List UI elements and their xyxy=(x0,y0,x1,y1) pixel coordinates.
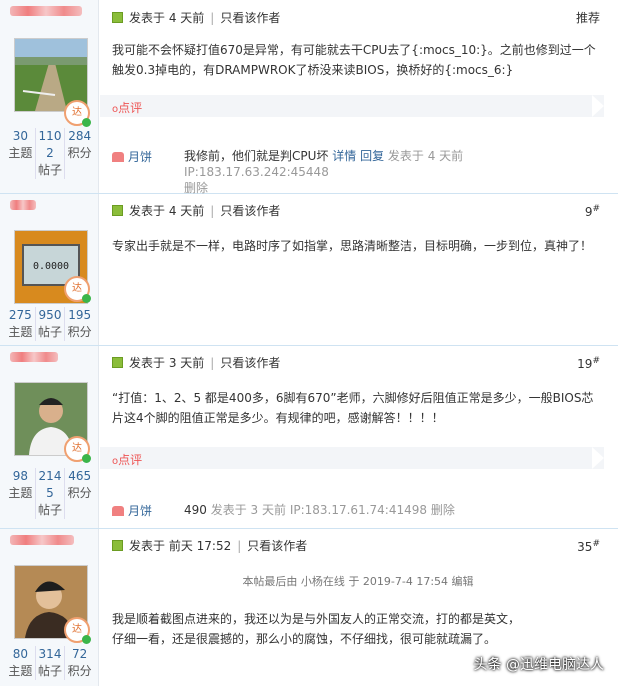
meter-reading: 0.0000 xyxy=(33,261,69,272)
comment-text: 490 发表于 3 天前 IP:183.17.61.74:41498 删除 xyxy=(184,503,455,517)
comment-user[interactable]: 月饼 xyxy=(112,502,152,519)
floor-label[interactable]: 19# xyxy=(577,356,600,371)
floor-label[interactable]: 推荐 xyxy=(576,9,600,26)
user-sidebar: 达 98 主题 2145 帖子 465 积分 xyxy=(0,346,99,528)
verified-badge-icon: 达 xyxy=(64,276,91,303)
reply-link[interactable]: 回复 xyxy=(360,149,384,163)
floor-label[interactable]: 9# xyxy=(585,204,600,219)
post-2: 0.0000 达 275 主题 950 帖子 195 积分 发表于 4 天前 | 只看… xyxy=(0,194,618,346)
stat-topics[interactable]: 275 主题 xyxy=(6,307,35,341)
user-sidebar: 0.0000 达 275 主题 950 帖子 195 积分 xyxy=(0,194,99,345)
stat-topics[interactable]: 80 主题 xyxy=(6,646,35,680)
post-content: 我是顺着截图点进来的，我还以为是与外国友人的正常交流，打的都是英文， 仔细一看，… xyxy=(112,612,521,646)
divider: | xyxy=(210,203,215,218)
post-content: 我可能不会怀疑打值670是异常，有可能就去干CPU去了{:mocs_10:}。之… xyxy=(112,43,596,77)
delete-link[interactable]: 删除 xyxy=(431,503,455,517)
rate-bar: o点评 xyxy=(100,447,604,469)
rate-button[interactable]: o点评 xyxy=(112,99,142,116)
online-status-icon xyxy=(112,205,123,216)
details-link[interactable]: 详情 xyxy=(332,149,356,163)
stat-points[interactable]: 465 积分 xyxy=(64,468,94,519)
stat-points[interactable]: 72 积分 xyxy=(64,646,94,680)
post-content: “打值：1、2、5 都是400多，6脚有670”老师，六脚修好后阻值正常是多少，… xyxy=(112,391,594,425)
user-sidebar: 达 30 主题 1102 帖子 284 积分 xyxy=(0,0,99,193)
comment-user[interactable]: 月饼 xyxy=(112,148,152,165)
post-meta: 发表于 前天 17:52 | 只看该作者 xyxy=(112,537,307,554)
post-3: 达 98 主题 2145 帖子 465 积分 发表于 3 天前 | 只看该作者 19#… xyxy=(0,346,618,529)
user-sidebar: 达 80 主题 314 帖子 72 积分 xyxy=(0,529,99,686)
divider: | xyxy=(210,355,215,370)
view-author-link[interactable]: 只看该作者 xyxy=(220,9,280,26)
stat-posts[interactable]: 2145 帖子 xyxy=(34,468,65,519)
online-status-icon xyxy=(112,540,123,551)
divider: | xyxy=(237,538,242,553)
post-time: 发表于 4 天前 xyxy=(129,11,205,25)
comment-text: 我修前，他们就是判CPU坏 详情 回复 发表于 4 天前 IP:183.17.6… xyxy=(184,149,464,195)
post-meta: 发表于 3 天前 | 只看该作者 xyxy=(112,354,280,371)
stat-posts[interactable]: 1102 帖子 xyxy=(34,128,65,179)
rate-button[interactable]: o点评 xyxy=(112,451,142,468)
comment-meta: 发表于 3 天前 IP:183.17.61.74:41498 xyxy=(210,503,428,517)
username[interactable] xyxy=(10,200,36,212)
post-time: 发表于 前天 17:52 xyxy=(129,539,232,553)
verified-badge-icon: 达 xyxy=(64,617,91,644)
post-content: 专家出手就是不一样，电路时序了如指掌，思路清晰整洁，目标明确，一步到位，真神了！ xyxy=(112,239,593,253)
stat-topics[interactable]: 30 主题 xyxy=(6,128,35,179)
stat-points[interactable]: 195 积分 xyxy=(64,307,94,341)
verified-badge-icon: 达 xyxy=(64,436,91,463)
username[interactable] xyxy=(10,535,74,547)
divider: | xyxy=(210,10,215,25)
post-meta: 发表于 4 天前 | 只看该作者 xyxy=(112,202,280,219)
rate-bar: o点评 xyxy=(100,95,604,117)
view-author-link[interactable]: 只看该作者 xyxy=(247,537,307,554)
post-meta: 发表于 4 天前 | 只看该作者 xyxy=(112,9,280,26)
verified-badge-icon: 达 xyxy=(64,100,91,127)
delete-link[interactable]: 删除 xyxy=(184,181,208,195)
user-avatar-icon xyxy=(112,505,124,516)
floor-label[interactable]: 35# xyxy=(577,539,600,554)
username[interactable] xyxy=(10,352,58,364)
user-stats: 275 主题 950 帖子 195 积分 xyxy=(6,307,94,341)
stat-posts[interactable]: 950 帖子 xyxy=(34,307,65,341)
user-avatar-icon xyxy=(112,151,124,162)
post-time: 发表于 4 天前 xyxy=(129,204,205,218)
user-stats: 30 主题 1102 帖子 284 积分 xyxy=(6,128,94,179)
stat-points[interactable]: 284 积分 xyxy=(64,128,94,179)
online-status-icon xyxy=(112,12,123,23)
stat-posts[interactable]: 314 帖子 xyxy=(34,646,65,680)
view-author-link[interactable]: 只看该作者 xyxy=(220,354,280,371)
online-status-icon xyxy=(112,357,123,368)
view-author-link[interactable]: 只看该作者 xyxy=(220,202,280,219)
post-1: 达 30 主题 1102 帖子 284 积分 发表于 4 天前 | 只看该作者 推荐 … xyxy=(0,0,618,195)
post-time: 发表于 3 天前 xyxy=(129,356,205,370)
stat-topics[interactable]: 98 主题 xyxy=(6,468,35,519)
user-stats: 98 主题 2145 帖子 465 积分 xyxy=(6,468,94,519)
watermark: 头条 @迅维电脑达人 xyxy=(473,657,604,673)
user-stats: 80 主题 314 帖子 72 积分 xyxy=(6,646,94,680)
username[interactable] xyxy=(10,6,82,18)
edit-note: 本帖最后由 小杨在线 于 2019-7-4 17:54 编辑 xyxy=(242,575,474,588)
